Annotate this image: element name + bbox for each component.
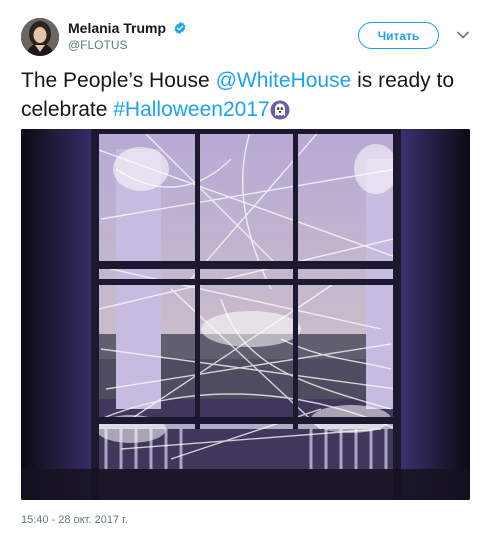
follow-button[interactable]: Читать — [358, 22, 439, 49]
tweet-text-part1: The People’s House — [21, 69, 216, 92]
tweet-text: The People’s House @WhiteHouse is ready … — [21, 66, 481, 124]
tweet-photo[interactable] — [21, 129, 470, 500]
user-handle[interactable]: @FLOTUS — [68, 38, 128, 52]
hashtag-link[interactable]: #Halloween2017 — [113, 98, 269, 121]
mention-link[interactable]: @WhiteHouse — [216, 69, 352, 92]
tweet-timestamp[interactable]: 15:40 - 28 окт. 2017 г. — [21, 514, 128, 526]
tweet-card: Melania Trump @FLOTUS Читать The People’… — [0, 0, 494, 550]
user-name-row[interactable]: Melania Trump — [68, 19, 187, 37]
ghost-icon — [270, 100, 290, 120]
follow-button-label: Читать — [377, 28, 420, 43]
verified-badge-icon — [175, 21, 186, 34]
avatar[interactable] — [21, 18, 59, 56]
display-name[interactable]: Melania Trump — [68, 20, 166, 36]
chevron-down-icon[interactable] — [457, 31, 469, 39]
